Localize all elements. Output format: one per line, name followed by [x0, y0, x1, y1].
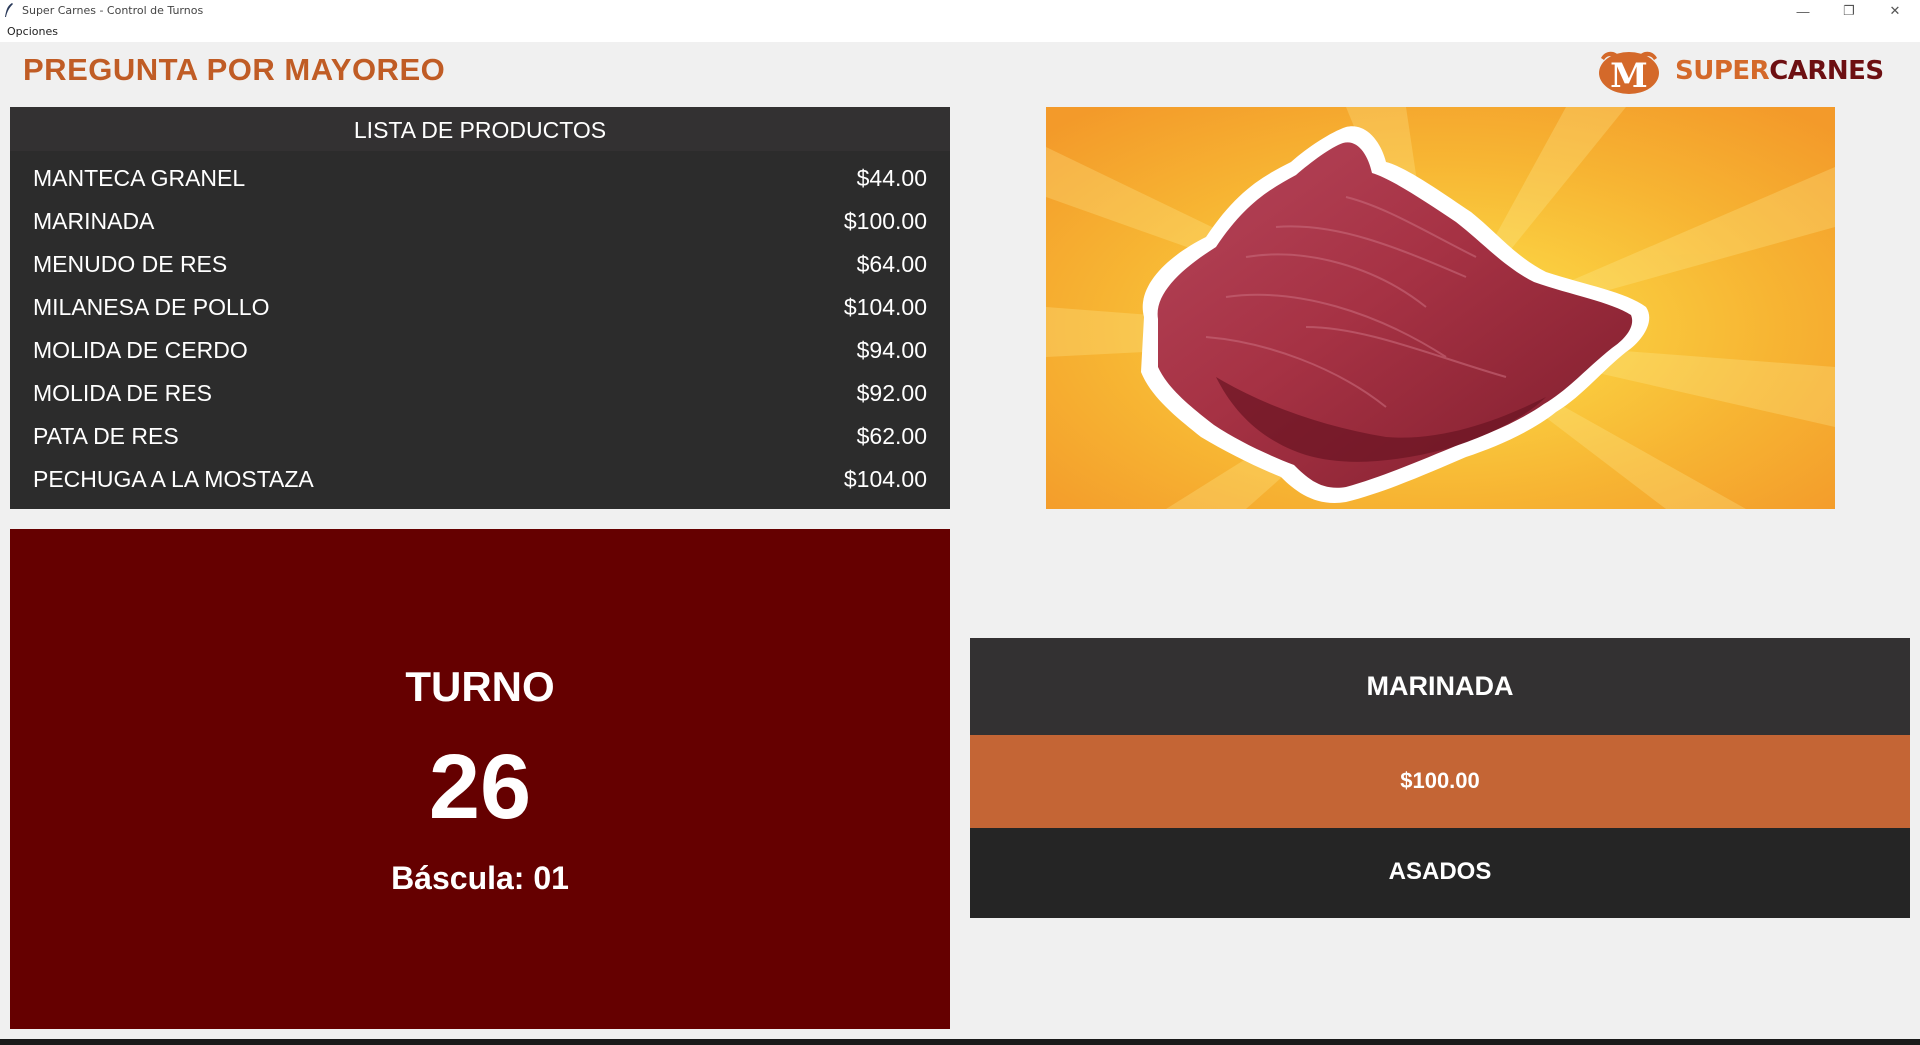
- product-price: $94.00: [856, 337, 927, 363]
- logo-word-super: SUPER: [1675, 56, 1770, 86]
- main-content: PREGUNTA POR MAYOREO M SUPERCARNES LISTA…: [0, 42, 1920, 1042]
- product-name: MOLIDA DE CERDO: [33, 337, 248, 363]
- logo-badge-letter: M: [1610, 56, 1648, 96]
- window-title: Super Carnes - Control de Turnos: [22, 4, 204, 17]
- product-image: [1046, 107, 1835, 509]
- meat-illustration: [1046, 107, 1835, 509]
- product-name: MANTECA GRANEL: [33, 165, 246, 191]
- product-list-header: LISTA DE PRODUCTOS: [10, 107, 950, 151]
- list-item: MOLIDA DE CERDO $94.00: [10, 327, 950, 370]
- promo-banner: PREGUNTA POR MAYOREO: [23, 52, 446, 87]
- product-name: MENUDO DE RES: [33, 251, 228, 277]
- turno-number: 26: [428, 736, 532, 838]
- close-button[interactable]: ✕: [1872, 0, 1918, 22]
- minimize-button[interactable]: —: [1780, 0, 1826, 22]
- turno-panel: TURNO 26 Báscula: 01: [10, 529, 950, 1029]
- product-price: $100.00: [843, 208, 927, 234]
- product-price: $92.00: [856, 380, 927, 406]
- brand-logo: M SUPERCARNES: [1597, 46, 1902, 98]
- product-price: $62.00: [856, 423, 927, 449]
- logo-wordmark: SUPERCARNES: [1675, 56, 1884, 86]
- list-item: MANTECA GRANEL $44.00: [10, 155, 950, 198]
- menu-bar: Opciones: [0, 22, 1920, 42]
- bascula-label: Báscula: 01: [391, 860, 569, 896]
- product-name: MOLIDA DE RES: [33, 380, 212, 406]
- title-bar: Super Carnes - Control de Turnos — ❐ ✕: [0, 0, 1920, 22]
- list-item: MILANESA DE POLLO $104.00: [10, 284, 950, 327]
- product-list: MANTECA GRANEL $44.00 MARINADA $100.00 MEN…: [10, 151, 950, 499]
- logo-word-carnes: CARNES: [1769, 56, 1884, 86]
- product-price: $44.00: [856, 165, 927, 191]
- featured-product-category: ASADOS: [970, 828, 1910, 918]
- product-price: $64.00: [856, 251, 927, 277]
- list-item: MENUDO DE RES $64.00: [10, 241, 950, 284]
- product-price: $104.00: [843, 466, 927, 492]
- product-name: PECHUGA A LA MOSTAZA: [33, 466, 314, 492]
- product-name: MILANESA DE POLLO: [33, 294, 270, 320]
- list-item: PATA DE RES $62.00: [10, 413, 950, 456]
- product-name: PATA DE RES: [33, 423, 179, 449]
- list-item: MARINADA $100.00: [10, 198, 950, 241]
- featured-product-price: $100.00: [970, 735, 1910, 828]
- featured-product-panel: MARINADA $100.00 ASADOS: [970, 638, 1910, 918]
- bottom-edge: [0, 1039, 1920, 1045]
- featured-product-name: MARINADA: [970, 638, 1910, 735]
- feather-icon: [5, 3, 13, 17]
- menu-opciones[interactable]: Opciones: [7, 25, 58, 38]
- logo-badge-icon: M: [1599, 51, 1659, 96]
- product-price: $104.00: [843, 294, 927, 320]
- turno-label: TURNO: [405, 663, 555, 710]
- product-name: MARINADA: [33, 208, 155, 234]
- restore-button[interactable]: ❐: [1826, 0, 1872, 22]
- product-list-panel: LISTA DE PRODUCTOS MANTECA GRANEL $44.00 …: [10, 107, 950, 509]
- list-item: MOLIDA DE RES $92.00: [10, 370, 950, 413]
- list-item: PECHUGA A LA MOSTAZA $104.00: [10, 456, 950, 499]
